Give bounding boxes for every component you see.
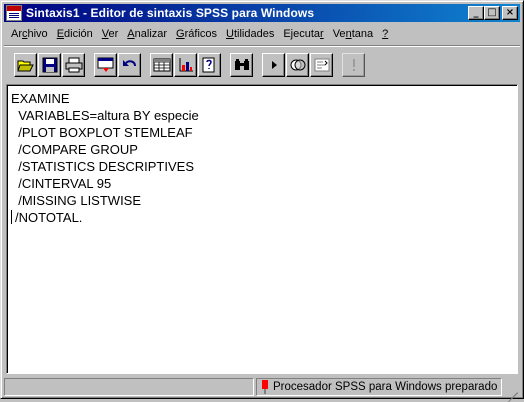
- use-sets-button[interactable]: [286, 53, 309, 77]
- save-disk-icon: [42, 57, 57, 73]
- find-binoculars-icon: [234, 59, 249, 70]
- toolbar-separator: [4, 45, 520, 47]
- syntax-editor[interactable]: EXAMINE VARIABLES=altura BY especie /PLO…: [6, 84, 518, 374]
- status-bar: Procesador SPSS para Windows preparado: [4, 376, 520, 402]
- menu-edicion[interactable]: Edición: [53, 28, 98, 40]
- open-button[interactable]: [14, 53, 37, 77]
- status-pane-processor: Procesador SPSS para Windows preparado: [256, 377, 502, 396]
- toolbar: [4, 49, 520, 81]
- variables-button[interactable]: [198, 53, 221, 77]
- menu-archivo[interactable]: Archivo: [7, 28, 53, 40]
- code-line: /COMPARE GROUP: [11, 142, 138, 157]
- menu-ejecutar[interactable]: Ejecutar: [279, 28, 328, 40]
- code-line: /PLOT BOXPLOT STEMLEAF: [11, 125, 193, 140]
- menu-utilidades[interactable]: Utilidades: [222, 28, 279, 40]
- syntax-editor-window: Sintaxis1 - Editor de sintaxis SPSS para…: [0, 0, 524, 402]
- spss-app-icon[interactable]: [6, 5, 22, 21]
- code-line-text: /NOTOTAL.: [15, 210, 83, 225]
- menu-graficos[interactable]: Gráficos: [172, 28, 222, 40]
- print-button[interactable]: [62, 53, 85, 77]
- menu-ventana[interactable]: Ventana: [329, 28, 378, 40]
- run-icon: [271, 61, 277, 69]
- close-button[interactable]: ×: [502, 6, 518, 20]
- syntax-help-button[interactable]: [310, 53, 333, 77]
- status-text: Procesador SPSS para Windows preparado: [273, 380, 498, 393]
- menu-bar: Archivo Edición Ver Analizar Gráficos Ut…: [4, 24, 520, 43]
- code-line: /STATISTICS DESCRIPTIVES: [11, 159, 194, 174]
- undo-button[interactable]: [118, 53, 141, 77]
- dialog-recall-button[interactable]: [94, 53, 117, 77]
- designate-window-icon: [352, 59, 355, 71]
- processor-status-icon: [262, 379, 268, 394]
- save-button[interactable]: [38, 53, 61, 77]
- variables-info-icon: [202, 57, 214, 73]
- code-line: EXAMINE: [11, 91, 70, 106]
- dialog-recall-icon: [97, 57, 113, 72]
- data-editor-button[interactable]: [150, 53, 173, 77]
- code-line: /CINTERVAL 95: [11, 176, 112, 191]
- find-button[interactable]: [230, 53, 253, 77]
- data-editor-icon: [153, 58, 170, 72]
- status-pane-left: [4, 377, 254, 396]
- designate-window-button[interactable]: [342, 53, 365, 77]
- resize-grip-icon[interactable]: [504, 380, 518, 402]
- open-folder-icon: [16, 60, 34, 72]
- undo-icon: [122, 60, 136, 67]
- maximize-button[interactable]: □: [484, 6, 500, 20]
- text-caret: [11, 210, 12, 224]
- code-line: VARIABLES=altura BY especie: [11, 108, 199, 123]
- menu-ver[interactable]: Ver: [98, 28, 124, 40]
- print-icon: [65, 57, 82, 73]
- code-line: /MISSING LISTWISE: [11, 193, 142, 208]
- run-button[interactable]: [262, 53, 285, 77]
- menu-help[interactable]: ?: [378, 28, 393, 40]
- title-bar[interactable]: Sintaxis1 - Editor de sintaxis SPSS para…: [4, 4, 520, 22]
- window-title: Sintaxis1 - Editor de sintaxis SPSS para…: [26, 6, 315, 20]
- goto-chart-icon: [179, 58, 193, 72]
- use-sets-icon: [290, 59, 305, 71]
- code-line-current: /NOTOTAL.: [11, 209, 517, 226]
- goto-chart-button[interactable]: [174, 53, 197, 77]
- menu-analizar[interactable]: Analizar: [123, 28, 172, 40]
- window-controls: _ □ ×: [468, 6, 518, 20]
- minimize-button[interactable]: _: [468, 6, 484, 20]
- syntax-help-icon: [314, 58, 329, 72]
